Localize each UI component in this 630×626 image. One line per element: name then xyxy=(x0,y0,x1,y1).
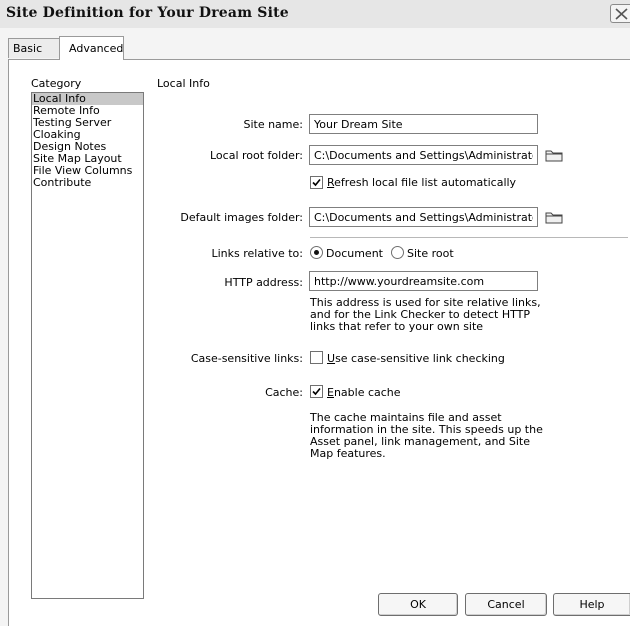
local-root-folder-label: Local root folder: xyxy=(209,149,303,162)
folder-icon[interactable] xyxy=(545,148,563,162)
default-images-folder-label: Default images folder: xyxy=(180,211,303,224)
tab-advanced[interactable]: Advanced xyxy=(59,36,124,60)
close-button[interactable] xyxy=(610,4,630,23)
http-address-note: This address is used for site relative l… xyxy=(310,296,541,333)
folder-icon[interactable] xyxy=(545,210,563,224)
case-sensitive-option-label: Use case-sensitive link checking xyxy=(327,352,505,365)
site-name-input[interactable] xyxy=(309,114,538,134)
window-title: Site Definition for Your Dream Site xyxy=(6,5,289,21)
ok-button[interactable]: OK xyxy=(378,593,458,616)
enable-cache-checkbox[interactable] xyxy=(310,385,323,398)
site-root-radio[interactable] xyxy=(391,246,404,259)
site-name-label: Site name: xyxy=(243,118,303,131)
links-relative-label: Links relative to: xyxy=(211,247,304,260)
case-sensitive-checkbox[interactable] xyxy=(310,351,323,364)
radio-dot xyxy=(314,250,319,255)
default-images-folder-input[interactable] xyxy=(309,207,538,227)
case-sensitive-label: Case-sensitive links: xyxy=(190,352,303,365)
category-list[interactable]: Local Info Remote Info Testing Server Cl… xyxy=(31,92,144,599)
cache-label: Cache: xyxy=(265,386,303,399)
document-radio-label: Document xyxy=(326,247,383,260)
tab-basic[interactable]: Basic xyxy=(8,38,60,58)
cache-note: The cache maintains file and asset infor… xyxy=(310,411,543,460)
site-root-radio-label: Site root xyxy=(407,247,454,260)
section-title: Local Info xyxy=(157,77,210,90)
checkmark-icon xyxy=(312,387,321,396)
section-divider xyxy=(310,237,628,238)
local-root-folder-input[interactable] xyxy=(309,145,538,165)
checkmark-icon xyxy=(312,178,321,187)
enable-cache-label: Enable cache xyxy=(327,386,401,399)
http-address-input[interactable] xyxy=(309,271,538,291)
cancel-button[interactable]: Cancel xyxy=(465,593,547,616)
category-label: Category xyxy=(31,77,82,90)
category-item-contribute[interactable]: Contribute xyxy=(32,177,143,189)
tab-advanced-label: Advanced xyxy=(69,42,124,55)
tab-basic-label: Basic xyxy=(13,42,43,55)
title-bar: Site Definition for Your Dream Site xyxy=(0,0,630,29)
close-icon xyxy=(615,8,628,20)
refresh-label: Refresh local file list automatically xyxy=(327,176,517,189)
http-address-label: HTTP address: xyxy=(224,276,303,289)
help-button[interactable]: Help xyxy=(553,593,630,616)
document-radio[interactable] xyxy=(310,246,323,259)
refresh-checkbox[interactable] xyxy=(310,176,323,189)
